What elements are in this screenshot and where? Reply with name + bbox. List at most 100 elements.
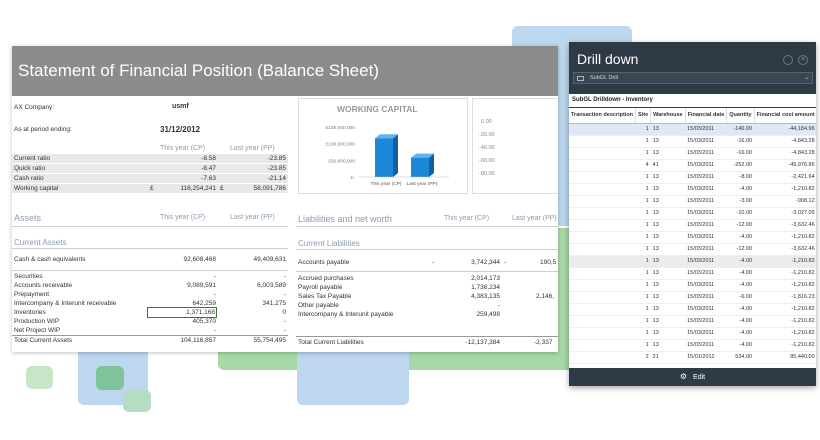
table-row[interactable]: 1 13 15/03/2011 -4.00 -1,210.82 <box>569 327 816 340</box>
table-cell: 15/03/2011 <box>685 159 727 172</box>
gear-icon: ⚙ <box>679 372 688 381</box>
table-cell: 13 <box>650 195 686 208</box>
table-row[interactable]: 2 21 15/01/2012 534.00 85,440.00 <box>569 351 816 364</box>
sheet-title: Statement of Financial Position (Balance… <box>12 46 558 96</box>
table-cell: 1 <box>635 147 651 160</box>
table-cell <box>569 327 636 340</box>
table-cell: -2,421.64 <box>754 171 816 184</box>
bar <box>411 157 429 177</box>
accounts-payable-row: Accounts payable - 3,742,344 - 190,5 <box>298 259 557 266</box>
table-cell <box>569 159 636 172</box>
close-icon[interactable]: × <box>798 55 808 65</box>
table-row[interactable]: 1 13 15/03/2011 -16.00 -4,843.28 <box>569 147 816 160</box>
liab-row: Other payable - <box>298 302 500 309</box>
table-cell: 15/03/2011 <box>685 303 727 316</box>
table-row[interactable]: 1 13 15/03/2011 -3.00 -908.12 <box>569 195 816 208</box>
table-cell: -146.00 <box>726 123 755 136</box>
divider <box>12 226 288 227</box>
table-cell: -8.00 <box>726 171 755 184</box>
drill-title: Drill down <box>577 51 639 67</box>
drill-select[interactable]: SubGL Drill ⌄ <box>573 72 813 84</box>
table-row[interactable]: 1 13 15/03/2011 -4.00 -1,210.82 <box>569 231 816 244</box>
table-cell: -4.00 <box>726 339 755 352</box>
col-financial-cost-amount[interactable]: Financial cost amount <box>754 108 816 124</box>
table-cell: -1,210.82 <box>754 183 816 196</box>
table-row[interactable]: 1 13 15/03/2011 -12.00 -3,632.46 <box>569 219 816 232</box>
table-cell <box>569 123 636 136</box>
col-warehouse[interactable]: Warehouse <box>650 108 686 124</box>
minimize-icon[interactable] <box>783 55 793 65</box>
table-cell: -1,210.82 <box>754 267 816 280</box>
table-cell: -4,843.28 <box>754 147 816 160</box>
table-cell: 13 <box>650 279 686 292</box>
table-row[interactable]: 1 13 15/03/2011 -4.00 -1,210.82 <box>569 303 816 316</box>
table-cell <box>569 135 636 148</box>
table-cell: 1 <box>635 231 651 244</box>
table-cell: 15/01/2012 <box>685 351 727 364</box>
y-tick-label: £- <box>351 175 356 181</box>
table-cell: -16.00 <box>726 135 755 148</box>
edit-button[interactable]: ⚙ Edit <box>679 372 705 381</box>
cash-row: Cash & cash equivalents 92,608,468 49,40… <box>14 256 286 263</box>
table-row[interactable]: 1 13 15/03/2011 -10.00 -3,027.05 <box>569 207 816 220</box>
table-cell <box>569 183 636 196</box>
table-row[interactable]: 1 13 15/03/2011 -6.00 -1,816.23 <box>569 291 816 304</box>
col-site[interactable]: Site <box>635 108 652 124</box>
table-cell: -908.12 <box>754 195 816 208</box>
table-row[interactable]: 1 13 15/03/2011 -4.00 -1,210.82 <box>569 279 816 292</box>
liab-col-cp: This year (CP) <box>444 215 490 222</box>
table-cell: 15/03/2011 <box>685 279 727 292</box>
table-cell <box>569 351 636 364</box>
ratio-chart-tick: -80.00 <box>479 171 495 177</box>
table-row[interactable]: 1 13 15/03/2011 -16.00 -4,843.28 <box>569 135 816 148</box>
assets-col-pp: Last year (PP) <box>230 214 275 221</box>
table-cell: 13 <box>650 303 686 316</box>
table-cell: 13 <box>650 183 686 196</box>
table-cell: 15/03/2011 <box>685 207 727 220</box>
table-row[interactable]: 4 41 15/03/2011 -252.00 -49,976.86 <box>569 159 816 172</box>
table-row[interactable]: 1 13 15/03/2011 -12.00 -3,632.46 <box>569 243 816 256</box>
table-row[interactable]: 1 13 15/03/2011 -146.00 -44,184.96 <box>569 123 816 136</box>
table-cell: 1 <box>635 207 651 220</box>
table-cell: 15/03/2011 <box>685 135 727 148</box>
col-financial-date[interactable]: Financial date <box>685 108 728 124</box>
table-cell: 15/03/2011 <box>685 147 727 160</box>
table-row[interactable]: 1 13 15/03/2011 -4.00 -1,210.82 <box>569 255 816 268</box>
assets-heading: Assets <box>14 213 42 223</box>
col-quantity[interactable]: Quantity <box>726 108 755 124</box>
ratio-row: Quick ratio -8.47 -23.85 <box>12 164 288 173</box>
table-cell <box>569 279 636 292</box>
asset-row-inventories[interactable]: Inventories 1,371,168 0 <box>12 307 288 318</box>
x-tick-label: This year (CP) <box>371 181 402 187</box>
table-cell: 21 <box>650 351 686 364</box>
total-liabilities-row: Total Current Liabilities -12,137,384 -2… <box>298 339 553 346</box>
table-row[interactable]: 1 13 15/03/2011 -4.00 -1,210.82 <box>569 183 816 196</box>
col-header-pp: Last year (PP) <box>230 145 275 152</box>
table-cell: 15/03/2011 <box>685 291 727 304</box>
table-row[interactable]: 1 13 15/03/2011 -4.00 -1,210.82 <box>569 267 816 280</box>
table-row[interactable]: 1 13 15/03/2011 -8.00 -2,421.64 <box>569 171 816 184</box>
table-cell <box>569 267 636 280</box>
table-cell: -3,632.46 <box>754 219 816 232</box>
divider <box>296 249 558 250</box>
ratio-row: Cash ratio -7.63 -21.14 <box>12 174 288 183</box>
ratio-chart-tick: -60.00 <box>479 158 495 164</box>
decor-green-square-2 <box>96 366 124 390</box>
table-row[interactable]: 1 13 15/03/2011 -4.00 -1,210.82 <box>569 315 816 328</box>
table-cell: 13 <box>650 243 686 256</box>
decor-green-square-3 <box>123 390 151 412</box>
x-tick-label: Last year (PP) <box>407 181 438 187</box>
liab-row: Accrued purchases 2,014,173 <box>298 275 500 282</box>
table-row[interactable]: 1 13 15/03/2011 -4.00 -1,210.82 <box>569 339 816 352</box>
table-cell: -1,210.82 <box>754 327 816 340</box>
asset-row: Intercompany & Interunit receivable 642,… <box>14 300 286 307</box>
liabilities-heading: Liabilities and net worth <box>298 214 393 224</box>
table-cell <box>569 315 636 328</box>
table-cell: -4.00 <box>726 279 755 292</box>
working-capital-chart: WORKING CAPITAL £150,000,000 £100,000,000… <box>298 98 468 194</box>
col-transaction-description[interactable]: Transaction description <box>569 108 637 124</box>
liab-row: Sales Tax Payable 4,383,135 2,146, <box>298 293 555 300</box>
drill-subtitle: SubGL Drilldown - Inventory <box>572 97 653 103</box>
inventories-cell-selected[interactable]: 1,371,168 <box>147 307 217 318</box>
asset-row: Prepayment - - <box>14 291 286 298</box>
